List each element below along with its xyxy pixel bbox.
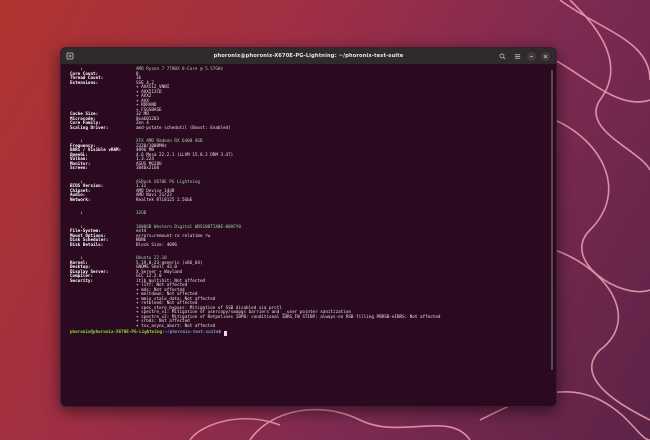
close-icon[interactable]	[541, 51, 550, 61]
section-header-marker: :	[70, 211, 83, 216]
info-key: Disk Details:	[70, 242, 104, 248]
info-value: Realtek RTL8125 2.5GbE	[136, 197, 193, 203]
section-header-text: AMD Ryzen 7 7700X 8-Core @ 5.57GHz	[136, 67, 223, 72]
info-value: amd-pstate schedutil (Boost: Enabled)	[136, 125, 231, 131]
info-value: errors=remount-ro relatime rw	[136, 233, 211, 239]
terminal-window[interactable]: phoronix@phoronix-X670E-PG-Lightning: ~/…	[60, 47, 557, 407]
new-tab-icon[interactable]	[65, 51, 75, 61]
info-key	[70, 325, 136, 330]
terminal-scrollbar[interactable]	[551, 70, 553, 370]
prompt-user-host: phoronix@phoronix-X670E-PG-Lightning	[70, 330, 163, 335]
terminal-output[interactable]: : AMD Ryzen 7 7700X 8-Core @ 5.57GHz Core …	[61, 65, 556, 406]
prompt-path: ~/phoronix-test-suite	[164, 330, 219, 335]
section-header-text: 32GB	[136, 211, 147, 216]
text-cursor	[223, 331, 227, 336]
info-value: Block Size: 4096	[136, 242, 177, 248]
window-titlebar[interactable]: phoronix@phoronix-X670E-PG-Lightning: ~/…	[61, 48, 556, 65]
info-value: + tsx_async_abort: Not affected	[136, 323, 216, 329]
shell-prompt[interactable]: phoronix@phoronix-X670E-PG-Lightning: ~/p…	[70, 330, 556, 336]
info-key: Screen:	[70, 166, 88, 171]
minimize-icon[interactable]	[527, 51, 536, 61]
window-title: phoronix@phoronix-X670E-PG-Lightning: ~/…	[213, 53, 404, 59]
hamburger-menu-icon[interactable]	[512, 51, 522, 61]
info-key: Network:	[70, 197, 91, 203]
info-key: Scaling Driver:	[70, 125, 109, 131]
info-row: + tsx_async_abort: Not affected	[70, 323, 556, 330]
info-value: 3840x2160	[136, 166, 160, 171]
search-icon[interactable]	[497, 51, 507, 61]
section-header-text: 1000GB Western Digital WDS100T1X0E-00AFY…	[136, 224, 241, 230]
